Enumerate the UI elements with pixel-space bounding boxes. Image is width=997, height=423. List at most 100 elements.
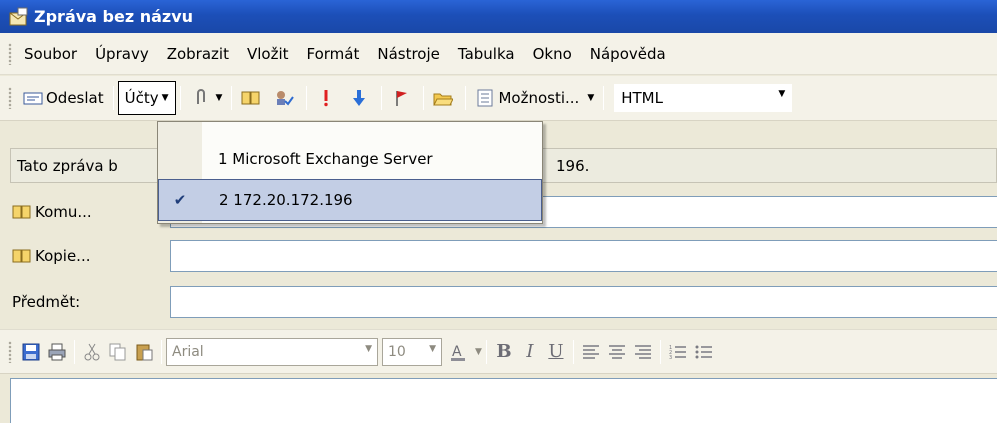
separator	[112, 86, 114, 110]
bullet-list-button[interactable]	[691, 339, 717, 365]
subject-label: Předmět:	[12, 293, 81, 311]
menu-tools[interactable]: Nástroje	[368, 41, 449, 67]
menu-file[interactable]: Soubor	[18, 41, 86, 67]
separator	[603, 86, 605, 110]
print-button[interactable]	[44, 339, 70, 365]
font-size-select[interactable]: 10 ▼	[382, 337, 442, 366]
menu-edit[interactable]: Úpravy	[86, 41, 158, 67]
account-item-label: 1 Microsoft Exchange Server	[218, 150, 433, 168]
paperclip-icon	[190, 89, 210, 107]
send-label: Odeslat	[46, 89, 104, 107]
check-names-icon	[274, 89, 295, 107]
cc-field[interactable]	[170, 240, 997, 272]
exclamation-icon	[316, 89, 336, 107]
align-right-icon	[634, 344, 651, 359]
chevron-down-icon[interactable]: ▼	[587, 93, 594, 103]
title-bar: Zpráva bez názvu	[0, 0, 997, 33]
copy-button[interactable]	[105, 339, 131, 365]
address-book-icon	[12, 247, 32, 265]
cc-button[interactable]: Kopie...	[0, 247, 170, 265]
flag-button[interactable]	[386, 82, 419, 114]
align-left-icon	[582, 344, 599, 359]
font-color-icon: A	[451, 344, 465, 361]
save-button[interactable]	[18, 339, 44, 365]
align-center-icon	[608, 344, 625, 359]
chevron-down-icon: ▼	[365, 343, 372, 354]
scissors-icon	[84, 343, 100, 360]
bold-button[interactable]: B	[491, 339, 517, 365]
menu-window[interactable]: Okno	[524, 41, 581, 67]
italic-button[interactable]: I	[517, 339, 543, 365]
send-button[interactable]: Odeslat	[18, 82, 109, 114]
info-bar-text-start: Tato zpráva b	[17, 156, 118, 175]
window-title: Zpráva bez názvu	[34, 7, 194, 26]
folder-icon	[433, 89, 455, 107]
separator	[161, 339, 162, 364]
align-left-button[interactable]	[578, 339, 604, 365]
separator	[74, 339, 75, 364]
arrow-down-icon	[349, 89, 369, 107]
low-importance-button[interactable]	[344, 82, 377, 114]
align-center-button[interactable]	[604, 339, 630, 365]
message-body[interactable]	[10, 378, 997, 423]
underline-button[interactable]: U	[543, 339, 569, 365]
font-name-value: Arial	[172, 343, 204, 360]
attach-file-button[interactable]: ▼	[185, 82, 228, 114]
printer-icon	[48, 343, 66, 360]
chevron-down-icon: ▼	[778, 89, 786, 99]
menu-insert[interactable]: Vložit	[238, 41, 298, 67]
toolbar-grip[interactable]	[8, 42, 12, 65]
chevron-down-icon[interactable]: ▼	[216, 93, 223, 103]
address-book-icon	[241, 89, 261, 107]
separator	[423, 86, 425, 110]
address-book-icon	[12, 203, 32, 221]
numbered-list-icon: 123	[669, 345, 686, 361]
accounts-label: Účty	[124, 89, 159, 107]
numbered-list-button[interactable]: 123	[665, 339, 691, 365]
account-item-selected[interactable]: ✔ 2 172.20.172.196	[158, 179, 542, 221]
menu-help[interactable]: Nápověda	[581, 41, 675, 67]
chevron-down-icon: ▼	[429, 343, 436, 354]
options-label: Možnosti...	[498, 89, 580, 107]
copy-icon	[109, 343, 126, 360]
menu-format[interactable]: Formát	[298, 41, 369, 67]
chevron-down-icon: ▼	[161, 93, 169, 103]
options-button[interactable]: Možnosti... ▼	[470, 82, 599, 114]
cc-label: Kopie...	[35, 247, 91, 265]
paste-button[interactable]	[131, 339, 157, 365]
message-format-select[interactable]: HTML ▼	[614, 84, 793, 112]
to-button[interactable]: Komu...	[0, 203, 170, 221]
separator	[179, 86, 181, 110]
chevron-down-icon[interactable]: ▼	[475, 347, 482, 357]
check-names-button[interactable]	[269, 82, 302, 114]
open-folder-button[interactable]	[428, 82, 461, 114]
cut-button[interactable]	[79, 339, 105, 365]
menu-table[interactable]: Tabulka	[449, 41, 524, 67]
menu-bar: Soubor Úpravy Zobrazit Vložit Formát Nás…	[0, 33, 997, 75]
paste-icon	[136, 344, 153, 360]
separator	[659, 339, 661, 364]
high-importance-button[interactable]	[311, 82, 344, 114]
accounts-button[interactable]: Účty ▼	[117, 81, 176, 115]
separator	[231, 86, 233, 110]
address-book-button[interactable]	[236, 82, 269, 114]
menu-view[interactable]: Zobrazit	[158, 41, 238, 67]
separator	[306, 86, 308, 110]
account-item-label: 2 172.20.172.196	[219, 191, 353, 209]
message-icon	[8, 7, 30, 27]
save-icon	[22, 343, 40, 360]
svg-text:3: 3	[669, 355, 672, 361]
separator	[465, 86, 467, 110]
font-name-select[interactable]: Arial ▼	[166, 337, 378, 366]
subject-row: Předmět:	[0, 280, 997, 324]
send-icon	[23, 89, 43, 107]
cc-row: Kopie...	[0, 234, 997, 278]
message-format-value: HTML	[621, 89, 663, 107]
toolbar-grip[interactable]	[8, 340, 12, 363]
check-icon: ✔	[173, 191, 187, 209]
toolbar-grip[interactable]	[8, 87, 12, 109]
align-right-button[interactable]	[630, 339, 656, 365]
font-color-button[interactable]: A	[446, 339, 472, 365]
subject-field[interactable]	[170, 286, 997, 318]
account-item-exchange[interactable]: 1 Microsoft Exchange Server	[158, 138, 542, 180]
